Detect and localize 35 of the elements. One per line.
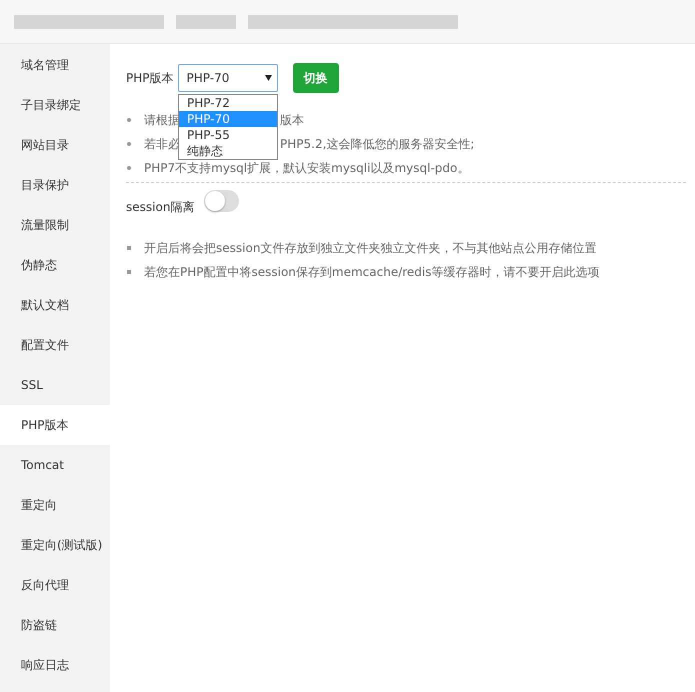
tip-text: PHP5.2,这会降低您的服务器安全性; — [280, 136, 474, 152]
sidebar-item[interactable]: 网站目录 — [0, 125, 110, 165]
sidebar-item[interactable]: 响应日志 — [0, 645, 110, 685]
bullet-icon — [127, 270, 131, 274]
tip-text: 若您在PHP配置中将session保存到memcache/redis等缓存器时，请不要开启此选项 — [144, 264, 600, 280]
sidebar-item[interactable]: 伪静态 — [0, 245, 110, 285]
sidebar-item[interactable]: Tomcat — [0, 445, 110, 485]
dropdown-option[interactable]: 纯静态 — [179, 143, 277, 159]
bullet-icon — [127, 246, 131, 250]
php-version-label: PHP版本 — [126, 70, 174, 86]
version-select[interactable]: PHP-70 — [178, 64, 278, 92]
bullet-icon — [127, 142, 131, 146]
sidebar-item[interactable]: 目录保护 — [0, 165, 110, 205]
toggle-switch[interactable] — [204, 190, 240, 212]
tip-text: 开启后将会把session文件存放到独立文件夹独立文件夹，不与其他站点公用存储位置 — [144, 240, 596, 256]
sidebar-item[interactable]: 配置文件 — [0, 325, 110, 365]
sidebar-item[interactable]: 默认文档 — [0, 285, 110, 325]
tip-text: 版本 — [280, 112, 304, 128]
sidebar-item[interactable]: 域名管理 — [0, 45, 110, 85]
bullet-icon — [127, 166, 131, 170]
bullet-icon — [127, 118, 131, 122]
dropdown-option[interactable]: PHP-72 — [179, 95, 277, 111]
tip-text: PHP7不支持mysql扩展，默认安装mysqli以及mysql-pdo。 — [144, 160, 470, 176]
dropdown-option[interactable]: PHP-55 — [179, 127, 277, 143]
sidebar-item[interactable]: SSL — [0, 365, 110, 405]
sidebar-item[interactable]: 重定向(测试版) — [0, 525, 110, 565]
blurred-title — [176, 14, 236, 28]
sidebar-item[interactable]: PHP版本 — [0, 405, 110, 445]
session-label: session隔离 — [126, 198, 194, 216]
sidebar-item[interactable]: 重定向 — [0, 485, 110, 525]
sidebar-item[interactable]: 子目录绑定 — [0, 85, 110, 125]
sidebar-item[interactable]: 防盗链 — [0, 605, 110, 645]
caret-icon — [264, 75, 272, 81]
sidebar-item[interactable]: 流量限制 — [0, 205, 110, 245]
sidebar-item[interactable]: 反向代理 — [0, 565, 110, 605]
